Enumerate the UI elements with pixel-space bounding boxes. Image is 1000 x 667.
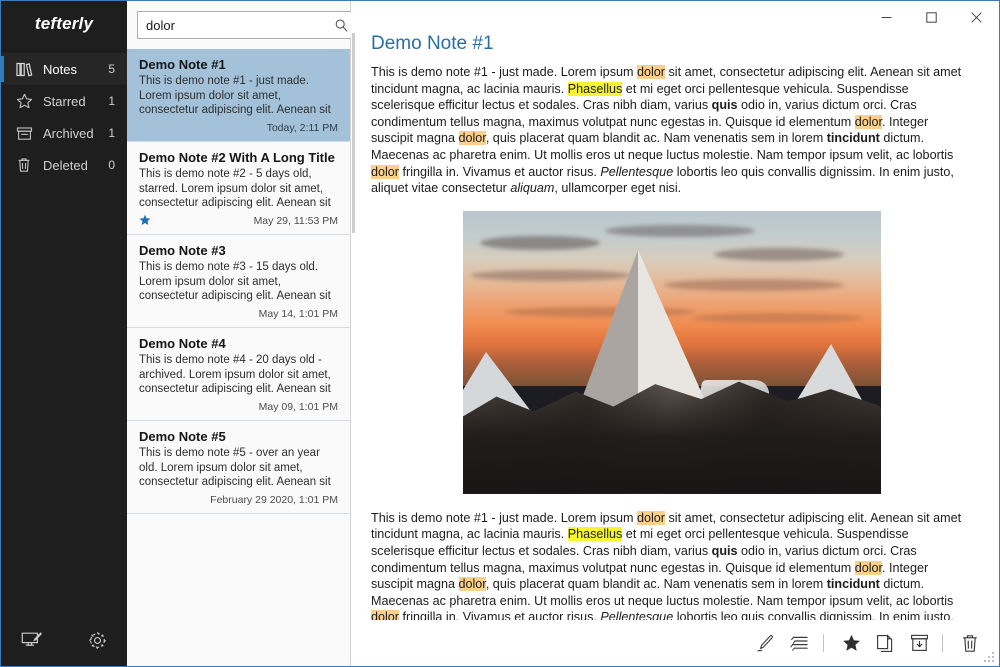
image-cloud	[713, 247, 844, 261]
note-document[interactable]: Demo Note #1 This is demo note #1 - just…	[351, 33, 999, 620]
format-note-button[interactable]	[785, 628, 815, 658]
note-meta: May 29, 11:53 PM	[139, 214, 338, 228]
note-list-item[interactable]: Demo Note #2 With A Long Title This is d…	[127, 142, 350, 235]
note-list[interactable]: Demo Note #1 This is demo note #1 - just…	[127, 49, 350, 666]
sidebar-item-label: Archived	[43, 125, 94, 141]
note-title: Demo Note #3	[139, 243, 226, 258]
note-list-item[interactable]: Demo Note #5 This is demo note #5 - over…	[127, 421, 350, 514]
note-excerpt: This is demo note #2 - 5 days old, starr…	[139, 168, 331, 209]
note-list-item[interactable]: Demo Note #3 This is demo note #3 - 15 d…	[127, 235, 350, 328]
sidebar-item-notes[interactable]: Notes 5	[1, 53, 127, 85]
note-starred-icon	[139, 214, 151, 228]
books-icon	[15, 60, 33, 78]
note-meta: May 09, 1:01 PM	[139, 400, 338, 414]
note-date: Today, 2:11 PM	[266, 122, 338, 134]
sidebar: tefterly Notes 5 Starred 1 Archived 1 De…	[1, 1, 127, 666]
sidebar-item-count: 5	[108, 62, 115, 76]
toolbar-separator	[823, 634, 824, 652]
gear-icon[interactable]	[85, 628, 109, 652]
note-paragraph: This is demo note #1 - just made. Lorem …	[371, 65, 962, 196]
note-meta: May 14, 1:01 PM	[139, 307, 338, 321]
archive-icon	[15, 124, 33, 142]
sidebar-item-count: 1	[108, 94, 115, 108]
note-excerpt: This is demo note #5 - over an year old.…	[139, 447, 331, 488]
note-paragraph: This is demo note #1 - just made. Lorem …	[371, 510, 973, 620]
sidebar-footer	[1, 614, 127, 666]
toolbar-separator	[942, 634, 943, 652]
note-editor: Demo Note #1 This is demo note #1 - just…	[351, 1, 999, 666]
window-resize-grip[interactable]	[983, 651, 995, 663]
search-field-wrapper[interactable]	[137, 11, 355, 39]
copy-note-button[interactable]	[870, 628, 900, 658]
minimize-button[interactable]	[864, 1, 909, 33]
new-note-icon[interactable]	[19, 628, 43, 652]
search-input[interactable]	[138, 12, 328, 38]
note-excerpt: This is demo note #4 - 20 days old - arc…	[139, 354, 331, 395]
note-title: Demo Note #1	[139, 57, 226, 72]
note-list-pane: Demo Note #1 This is demo note #1 - just…	[127, 1, 389, 666]
search-bar	[127, 1, 389, 49]
note-title: Demo Note #5	[139, 429, 226, 444]
sidebar-nav: Notes 5 Starred 1 Archived 1 Deleted 0	[1, 53, 127, 181]
note-list-item[interactable]: Demo Note #1 This is demo note #1 - just…	[127, 49, 350, 142]
note-date: May 29, 11:53 PM	[253, 215, 338, 227]
note-excerpt: This is demo note #1 - just made. Lorem …	[139, 75, 331, 116]
trash-icon	[15, 156, 33, 174]
note-title: Demo Note #2 With A Long Title	[139, 150, 335, 165]
note-list-item[interactable]: Demo Note #4 This is demo note #4 - 20 d…	[127, 328, 350, 421]
sidebar-item-deleted[interactable]: Deleted 0	[1, 149, 127, 181]
note-image	[463, 210, 881, 494]
close-button[interactable]	[954, 1, 999, 33]
note-date: February 29 2020, 1:01 PM	[210, 494, 338, 506]
note-document-title: Demo Note #1	[371, 33, 494, 54]
star-icon	[15, 92, 33, 110]
maximize-button[interactable]	[909, 1, 954, 33]
sidebar-item-archived[interactable]: Archived 1	[1, 117, 127, 149]
note-title: Demo Note #4	[139, 336, 226, 351]
image-cloud	[605, 224, 756, 237]
sidebar-item-count: 1	[108, 126, 115, 140]
sidebar-item-label: Deleted	[43, 157, 88, 173]
image-cloud	[692, 312, 863, 323]
sidebar-item-label: Notes	[43, 61, 77, 77]
note-excerpt: This is demo note #3 - 15 days old. Lore…	[139, 261, 331, 302]
note-date: May 09, 1:01 PM	[258, 401, 338, 413]
note-meta: Today, 2:11 PM	[139, 121, 338, 135]
archive-note-button[interactable]	[904, 628, 934, 658]
sidebar-item-label: Starred	[43, 93, 86, 109]
edit-note-button[interactable]	[751, 628, 781, 658]
sidebar-item-count: 0	[108, 158, 115, 172]
delete-note-button[interactable]	[955, 628, 985, 658]
app-brand: tefterly	[34, 14, 94, 33]
tefterly-window: tefterly Notes 5 Starred 1 Archived 1 De…	[0, 0, 1000, 667]
star-note-button[interactable]	[836, 628, 866, 658]
note-toolbar	[351, 620, 999, 666]
window-titlebar[interactable]	[351, 1, 999, 33]
note-date: May 14, 1:01 PM	[258, 308, 338, 320]
note-meta: February 29 2020, 1:01 PM	[139, 493, 338, 507]
sidebar-item-starred[interactable]: Starred 1	[1, 85, 127, 117]
